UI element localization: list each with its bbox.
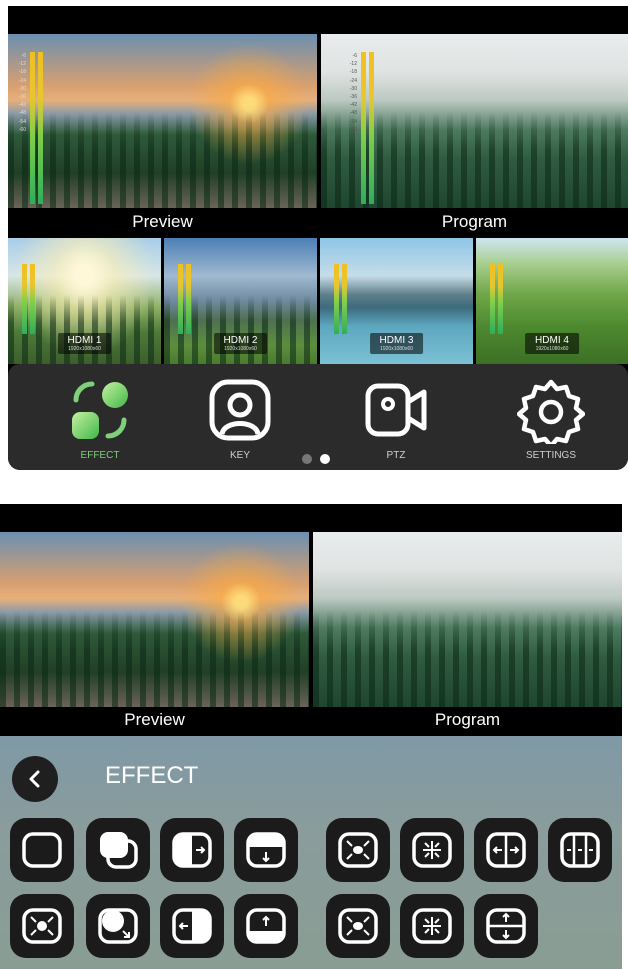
page-indicator[interactable] [302,454,330,464]
zoom-out-alt-icon [412,908,452,944]
effect-fade-button[interactable] [86,818,150,882]
function-bar: EFFECT KEY PTZ SETTINGS [8,364,628,470]
effect-wipe-right-button[interactable] [160,818,224,882]
audio-meter [178,264,191,334]
program-monitor[interactable] [313,532,622,707]
effect-circle-wipe-button[interactable] [86,894,150,958]
program-monitor[interactable]: -6 -12 -18 -24 -30 -36 -42 -48 -54 -60 [321,34,628,208]
key-button[interactable]: KEY [190,376,290,461]
switcher-main-view: -6 -12 -18 -24 -30 -36 -42 -48 -54 -60 Preview -6… [8,6,628,470]
key-icon [209,379,271,441]
input-label: HDMI 3 1920x1080x60 [369,333,424,354]
audio-meter [22,264,35,334]
input-label: HDMI 1 1920x1080x60 [57,333,112,354]
gear-icon [517,379,585,444]
settings-button[interactable]: SETTINGS [501,376,601,461]
effect-wipe-up-button[interactable] [234,894,298,958]
effect-title: EFFECT [105,762,199,789]
effect-cut-button[interactable] [10,818,74,882]
key-label: KEY [229,450,250,461]
audio-meter: -6 -12 -18 -24 -30 -36 -42 -48 -54 -60 [350,52,374,204]
page-dot[interactable] [302,454,312,464]
switcher-effect-view: Preview Program EFFECT [0,504,622,969]
effect-button[interactable]: EFFECT [50,376,150,461]
input-label: HDMI 4 1920x1080x60 [525,333,579,354]
program-label: Program [434,710,501,729]
effect-zoom-in-button[interactable] [326,818,390,882]
effect-icon [72,381,128,439]
wipe-left-icon [172,908,212,944]
cut-icon [22,832,62,868]
audio-meter [490,264,503,334]
preview-label: Preview [132,212,193,231]
preview-monitor[interactable]: -6 -12 -18 -24 -30 -36 -42 -48 -54 -60 [8,34,317,208]
split-vertical-icon [486,908,526,944]
chevron-left-icon [29,770,40,788]
zoom-in-icon [338,832,378,868]
audio-meter-scale: -6 -12 -18 -24 -30 -36 -42 -48 -54 -60 [18,53,26,133]
ptz-button[interactable]: PTZ [346,376,446,461]
effect-wipe-left-button[interactable] [160,894,224,958]
effect-label: EFFECT [80,450,120,461]
split-horizontal-icon [486,832,526,868]
settings-label: SETTINGS [525,450,576,461]
back-button[interactable] [12,756,58,802]
fade-icon [100,832,138,869]
ptz-label: PTZ [386,450,406,461]
wipe-right-icon [172,832,212,868]
audio-meter [334,264,347,334]
input-hdmi-4[interactable]: HDMI 4 1920x1080x60 [476,238,628,364]
wipe-up-icon [246,908,286,944]
audio-meter-scale: -6 -12 -18 -24 -30 -36 -42 -48 -54 -60 [349,53,357,133]
effect-zoom-out-alt-button[interactable] [400,894,464,958]
effect-iris-button[interactable] [10,894,74,958]
effect-split-horizontal-button[interactable] [474,818,538,882]
effect-split-quad-button[interactable] [548,818,612,882]
effect-zoom-in-alt-button[interactable] [326,894,390,958]
input-hdmi-2[interactable]: HDMI 2 1920x1080x60 [164,238,317,364]
program-label: Program [441,212,508,231]
iris-icon [22,908,62,944]
audio-meter: -6 -12 -18 -24 -30 -36 -42 -48 -54 -60 [19,52,43,204]
ptz-camera-icon [365,383,427,437]
preview-label: Preview [124,710,185,729]
effect-zoom-out-button[interactable] [400,818,464,882]
split-quad-icon [560,832,600,868]
page-dot-active[interactable] [320,454,330,464]
input-label: HDMI 2 1920x1080x60 [213,333,268,354]
zoom-out-icon [412,832,452,868]
zoom-in-alt-icon [338,908,378,944]
effect-split-vertical-button[interactable] [474,894,538,958]
effect-wipe-down-button[interactable] [234,818,298,882]
input-hdmi-3[interactable]: HDMI 3 1920x1080x60 [320,238,473,364]
input-hdmi-1[interactable]: HDMI 1 1920x1080x60 [8,238,161,364]
circle-wipe-icon [98,908,138,944]
effect-panel: EFFECT [0,736,622,969]
wipe-down-icon [246,832,286,868]
preview-monitor[interactable] [0,532,309,707]
